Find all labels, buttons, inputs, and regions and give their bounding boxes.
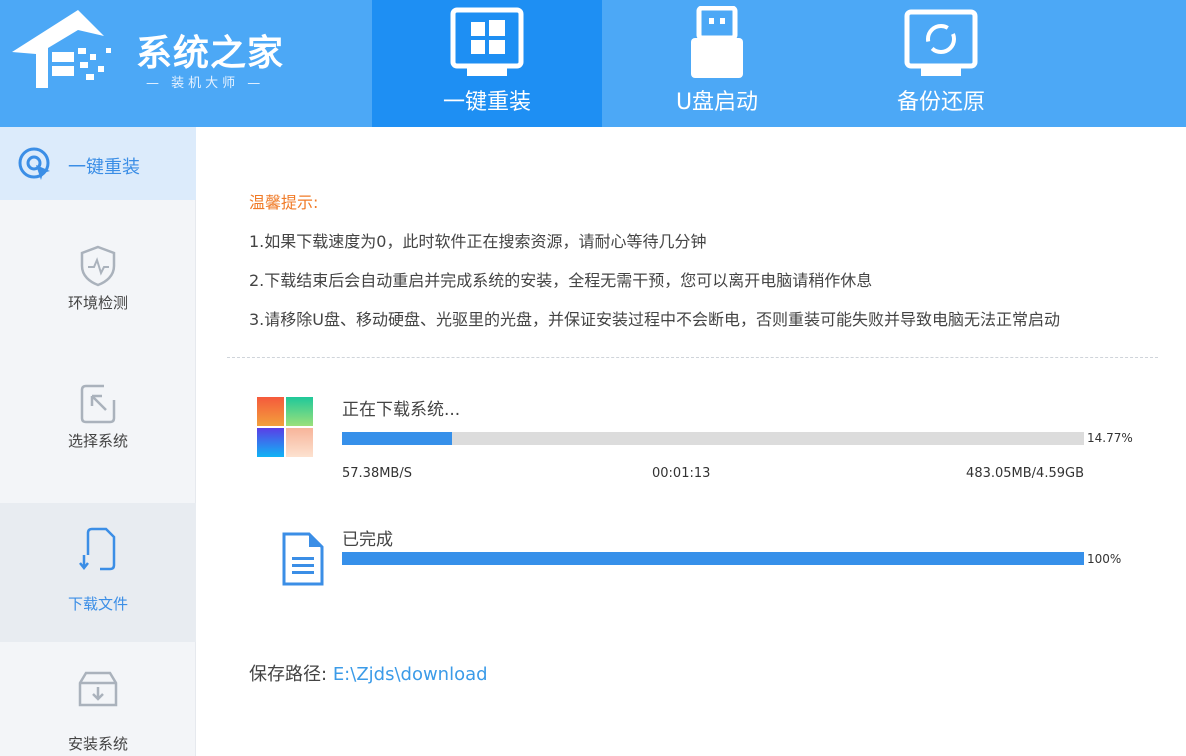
complete-progress-fill [342,552,1084,565]
sidebar-item-label: 选择系统 [67,432,128,450]
complete-status: 已完成 [342,530,393,550]
download-size: 483.05MB/4.59GB [966,466,1084,481]
tab-label: 一键重装 [442,90,531,115]
sidebar: 一键重装 环境检测 选择系统 下载文件 安装系统 [0,127,196,756]
brand-name: 系统之家 [136,33,285,74]
save-path-link[interactable]: E:\Zjds\download [333,664,488,685]
download-status: 正在下载系统... [342,400,461,420]
sidebar-item-install-system[interactable]: 安装系统 [0,649,196,756]
divider [227,357,1158,358]
document-icon [282,532,324,586]
tab-one-key-reinstall[interactable]: 一键重装 [372,0,602,127]
sidebar-item-select-system[interactable]: 选择系统 [0,368,196,502]
download-elapsed: 00:01:13 [652,466,711,481]
tab-label: 备份还原 [896,90,985,115]
windows-logo-icon [257,397,313,457]
tip-line: 3.请移除U盘、移动硬盘、光驱里的光盘，并保证安装过程中不会断电，否则重装可能失… [249,310,1060,329]
sidebar-item-env-check[interactable]: 环境检测 [0,230,196,360]
tips-title: 温馨提示: [249,193,319,212]
brand-logo: 系统之家 — 装机大师 — [8,8,288,93]
complete-percent: 100% [1087,552,1122,566]
tab-label: U盘启动 [675,90,759,115]
sidebar-item-label: 安装系统 [67,735,128,753]
select-cursor-icon [80,384,116,424]
tab-usb-boot[interactable]: U盘启动 [602,0,832,127]
monitor-windows-icon [450,7,524,76]
tip-line: 1.如果下载速度为0，此时软件正在搜索资源，请耐心等待几分钟 [249,232,707,251]
tip-line: 2.下载结束后会自动重启并完成系统的安装，全程无需干预，您可以离开电脑请稍作休息 [249,271,873,290]
sidebar-item-download-files[interactable]: 下载文件 [0,503,196,642]
save-path-label: 保存路径: [249,664,328,685]
main-content: 温馨提示: 1.如果下载速度为0，此时软件正在搜索资源，请耐心等待几分钟 2.下… [197,127,1186,756]
download-file-icon [79,527,116,571]
install-box-icon [78,671,118,707]
sidebar-item-label: 环境检测 [67,294,128,312]
brand-subtitle: — 装机大师 — [146,76,265,91]
target-cursor-icon [18,147,50,180]
sidebar-item-label: 下载文件 [67,595,128,613]
tab-backup-restore[interactable]: 备份还原 [826,0,1056,127]
download-progress-fill [342,432,452,445]
usb-drive-icon [691,6,743,78]
download-percent: 14.77% [1087,431,1133,445]
sidebar-item-one-key-reinstall[interactable]: 一键重装 [0,127,196,200]
monitor-restore-icon [904,9,978,76]
house-logo-icon [12,10,111,88]
complete-progress-bar [342,552,1084,565]
download-speed: 57.38MB/S [342,466,412,481]
header: 系统之家 — 装机大师 — 一键重装 U盘启动 备份还原 [0,0,1186,127]
shield-icon [80,245,116,287]
sidebar-item-label: 一键重装 [68,157,140,178]
save-path: 保存路径: E:\Zjds\download [249,660,488,686]
download-progress-bar [342,432,1084,445]
